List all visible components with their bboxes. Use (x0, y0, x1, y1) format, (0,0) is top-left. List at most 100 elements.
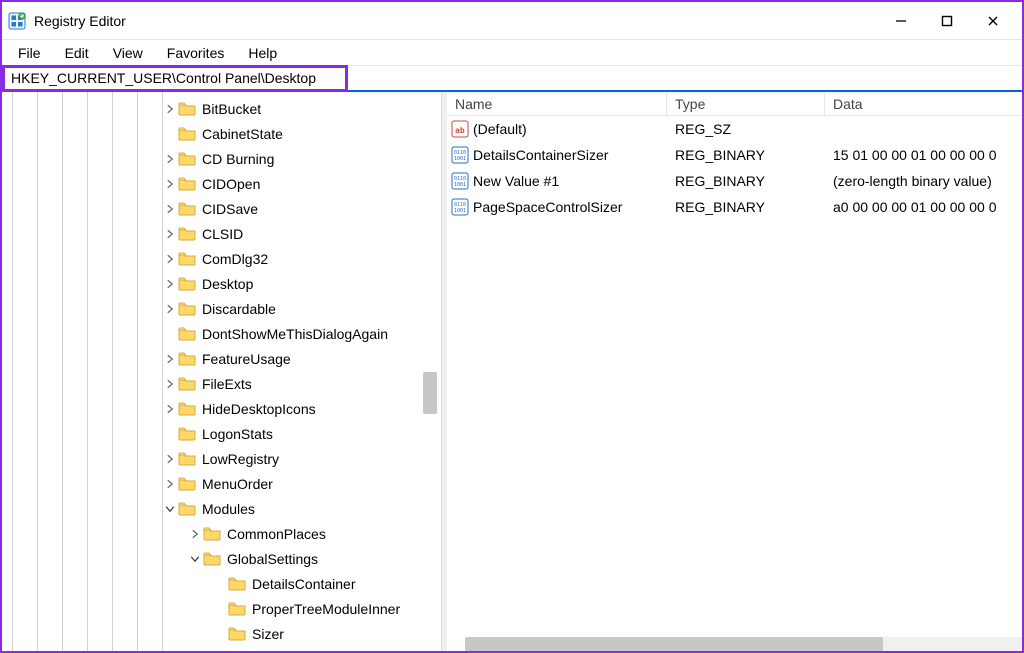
value-data: (zero-length binary value) (825, 173, 1022, 189)
value-row[interactable]: (Default) REG_SZ (447, 116, 1022, 142)
tree-item-label: LowRegistry (202, 451, 279, 467)
window-title: Registry Editor (34, 13, 126, 29)
folder-icon (178, 451, 196, 466)
chevron-right-icon[interactable] (162, 401, 178, 417)
window-frame: Registry Editor File Edit View Favorites… (0, 0, 1024, 653)
values-hscrollbar[interactable] (465, 637, 1022, 651)
tree-item[interactable]: DetailsContainer (2, 571, 441, 596)
folder-icon (178, 501, 196, 516)
chevron-right-icon[interactable] (162, 376, 178, 392)
tree-item[interactable]: CabinetState (2, 121, 441, 146)
tree-item-label: ComDlg32 (202, 251, 268, 267)
content-area: BitBucket CabinetState CD Burning CIDOpen CI… (2, 92, 1022, 651)
tree-view[interactable]: BitBucket CabinetState CD Burning CIDOpen CI… (2, 92, 441, 646)
tree-item-label: CommonPlaces (227, 526, 326, 542)
tree-item-label: DetailsContainer (252, 576, 356, 592)
folder-icon (178, 376, 196, 391)
tree-item[interactable]: CIDOpen (2, 171, 441, 196)
folder-icon (178, 276, 196, 291)
tree-item[interactable]: GlobalSettings (2, 546, 441, 571)
tree-item[interactable]: LowRegistry (2, 446, 441, 471)
chevron-right-icon[interactable] (162, 226, 178, 242)
folder-icon (178, 251, 196, 266)
folder-icon (178, 301, 196, 316)
binary-value-icon (451, 172, 469, 190)
titlebar[interactable]: Registry Editor (2, 2, 1022, 40)
tree-item[interactable]: Discardable (2, 296, 441, 321)
tree-item[interactable]: CIDSave (2, 196, 441, 221)
tree-item-label: MenuOrder (202, 476, 273, 492)
menu-file[interactable]: File (6, 42, 53, 64)
value-name: (Default) (473, 121, 527, 137)
value-name: DetailsContainerSizer (473, 147, 608, 163)
tree-item[interactable]: CommonPlaces (2, 521, 441, 546)
tree-pane: BitBucket CabinetState CD Burning CIDOpen CI… (2, 92, 442, 651)
tree-item[interactable]: FileExts (2, 371, 441, 396)
column-header-type[interactable]: Type (667, 92, 825, 115)
tree-item-label: CIDOpen (202, 176, 260, 192)
chevron-right-icon[interactable] (162, 351, 178, 367)
chevron-right-icon[interactable] (162, 176, 178, 192)
tree-item-label: DontShowMeThisDialogAgain (202, 326, 388, 342)
column-header-name[interactable]: Name (447, 92, 667, 115)
chevron-right-icon[interactable] (162, 201, 178, 217)
addressbar-highlight (2, 65, 348, 92)
string-value-icon (451, 120, 469, 138)
chevron-right-icon[interactable] (162, 476, 178, 492)
chevron-right-icon[interactable] (162, 301, 178, 317)
tree-item-label: ProperTreeModuleInner (252, 601, 400, 617)
tree-item[interactable]: DontShowMeThisDialogAgain (2, 321, 441, 346)
tree-item[interactable]: LogonStats (2, 421, 441, 446)
chevron-down-icon[interactable] (187, 551, 203, 567)
chevron-right-icon[interactable] (162, 451, 178, 467)
column-header-data[interactable]: Data (825, 92, 1022, 115)
tree-item-label: Desktop (202, 276, 253, 292)
addressbar (2, 66, 1022, 92)
tree-item[interactable]: Desktop (2, 271, 441, 296)
tree-item[interactable]: HideDesktopIcons (2, 396, 441, 421)
chevron-right-icon[interactable] (162, 276, 178, 292)
binary-value-icon (451, 146, 469, 164)
menu-edit[interactable]: Edit (53, 42, 101, 64)
chevron-right-icon[interactable] (162, 151, 178, 167)
tree-item-label: Discardable (202, 301, 276, 317)
chevron-right-icon[interactable] (187, 526, 203, 542)
tree-item[interactable]: CD Burning (2, 146, 441, 171)
tree-item[interactable]: Modules (2, 496, 441, 521)
folder-icon (228, 626, 246, 641)
tree-item[interactable]: ProperTreeModuleInner (2, 596, 441, 621)
tree-item-label: FeatureUsage (202, 351, 291, 367)
app-icon (8, 12, 26, 30)
tree-scrollbar-thumb[interactable] (423, 372, 437, 414)
menu-favorites[interactable]: Favorites (155, 42, 237, 64)
menu-view[interactable]: View (101, 42, 155, 64)
values-header: Name Type Data (447, 92, 1022, 116)
folder-icon (178, 126, 196, 141)
value-row[interactable]: New Value #1REG_BINARY(zero-length binar… (447, 168, 1022, 194)
folder-icon (178, 426, 196, 441)
close-button[interactable] (970, 6, 1016, 36)
chevron-down-icon[interactable] (162, 501, 178, 517)
tree-item[interactable]: Sizer (2, 621, 441, 646)
values-list[interactable]: (Default) REG_SZ DetailsContainerSizer REG_… (447, 116, 1022, 220)
minimize-button[interactable] (878, 6, 924, 36)
chevron-right-icon[interactable] (162, 101, 178, 117)
tree-item-label: GlobalSettings (227, 551, 318, 567)
tree-item[interactable]: MenuOrder (2, 471, 441, 496)
tree-item-label: BitBucket (202, 101, 261, 117)
value-type: REG_BINARY (667, 173, 825, 189)
value-type: REG_SZ (667, 121, 825, 137)
tree-item[interactable]: BitBucket (2, 96, 441, 121)
chevron-right-icon[interactable] (162, 251, 178, 267)
values-hscroll-thumb[interactable] (465, 637, 883, 651)
tree-item-label: CabinetState (202, 126, 283, 142)
tree-item[interactable]: FeatureUsage (2, 346, 441, 371)
value-row[interactable]: PageSpaceControlSizerREG_BINARYa0 00 00 … (447, 194, 1022, 220)
address-input[interactable] (11, 70, 339, 86)
tree-item[interactable]: CLSID (2, 221, 441, 246)
menu-help[interactable]: Help (236, 42, 289, 64)
value-row[interactable]: DetailsContainerSizerREG_BINARY15 01 00 … (447, 142, 1022, 168)
maximize-button[interactable] (924, 6, 970, 36)
value-type: REG_BINARY (667, 147, 825, 163)
tree-item[interactable]: ComDlg32 (2, 246, 441, 271)
